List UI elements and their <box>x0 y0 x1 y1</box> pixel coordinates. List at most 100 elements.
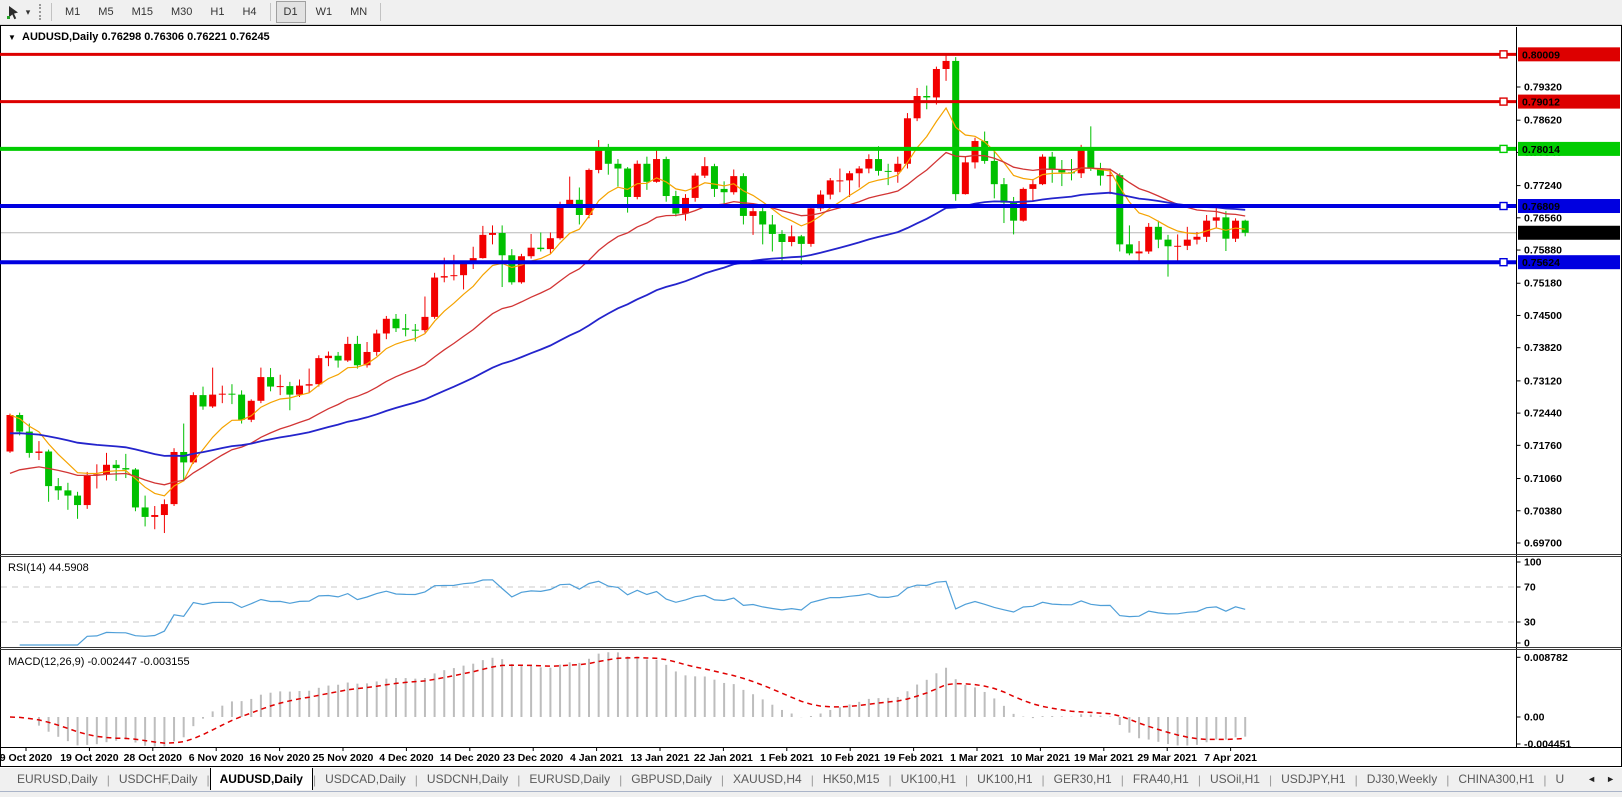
svg-text:0.77240: 0.77240 <box>1524 180 1562 192</box>
svg-text:22 Jan 2021: 22 Jan 2021 <box>694 752 753 764</box>
chart-tabs-bar: EURUSD,Daily|USDCHF,Daily|AUDUSD,Daily|U… <box>0 768 1622 791</box>
timeframe-button-h1[interactable]: H1 <box>202 1 232 23</box>
svg-text:19 Feb 2021: 19 Feb 2021 <box>884 752 944 764</box>
chart-title: AUDUSD,Daily 0.76298 0.76306 0.76221 0.7… <box>22 31 270 43</box>
cursor-arrow-glyph <box>6 5 21 20</box>
svg-text:0.75180: 0.75180 <box>1524 278 1562 290</box>
macd-label: MACD(12,26,9) -0.002447 -0.003155 <box>8 656 190 668</box>
svg-text:0.00: 0.00 <box>1524 712 1545 724</box>
price-level-lines[interactable] <box>0 51 1516 266</box>
rsi-line <box>20 580 1246 645</box>
tab-xauusd-h4[interactable]: XAUUSD,H4 <box>724 769 811 790</box>
tab-fra40-h1[interactable]: FRA40,H1 <box>1124 769 1198 790</box>
candles-layer <box>7 54 1249 533</box>
timeframe-button-m15[interactable]: M15 <box>124 1 161 23</box>
svg-text:4 Dec 2020: 4 Dec 2020 <box>379 752 433 764</box>
chart-window[interactable]: 0.793200.786200.779400.772400.765600.758… <box>0 25 1622 768</box>
svg-text:1 Feb 2021: 1 Feb 2021 <box>760 752 814 764</box>
status-strip <box>0 791 1622 797</box>
svg-text:10 Feb 2021: 10 Feb 2021 <box>820 752 880 764</box>
svg-text:9 Oct 2020: 9 Oct 2020 <box>0 752 52 764</box>
rsi-panel: 100 70 30 0 <box>1 557 1542 650</box>
svg-text:25 Nov 2020: 25 Nov 2020 <box>313 752 374 764</box>
top-toolbar: ▾ M1M5M15M30H1H4 D1W1MN <box>0 0 1622 25</box>
toolbar-separator <box>380 3 381 21</box>
svg-text:7 Apr 2021: 7 Apr 2021 <box>1204 752 1257 764</box>
timeframe-button-mn[interactable]: MN <box>342 1 375 23</box>
svg-text:0.71760: 0.71760 <box>1524 440 1562 452</box>
svg-text:0.73120: 0.73120 <box>1524 375 1562 387</box>
tab-usdchf-daily[interactable]: USDCHF,Daily <box>110 769 207 790</box>
timeframe-button-m30[interactable]: M30 <box>163 1 200 23</box>
svg-text:0.69700: 0.69700 <box>1524 537 1562 549</box>
chart-tabs-list: EURUSD,Daily|USDCHF,Daily|AUDUSD,Daily|U… <box>8 768 1586 791</box>
svg-text:0.70380: 0.70380 <box>1524 505 1562 517</box>
tab-hk50-m15[interactable]: HK50,M15 <box>814 769 889 790</box>
svg-text:6 Nov 2020: 6 Nov 2020 <box>189 752 244 764</box>
svg-text:0.76560: 0.76560 <box>1524 212 1562 224</box>
toolbar-separator <box>270 3 271 21</box>
tab-scroll-left-icon[interactable]: ◄ <box>1582 771 1601 787</box>
tab-usoil-h1[interactable]: USOil,H1 <box>1201 769 1269 790</box>
tool-dropdown-caret[interactable]: ▾ <box>22 7 34 18</box>
timeframe-button-d1[interactable]: D1 <box>276 1 306 23</box>
tab-scroll-arrows: ◄ ► <box>1582 771 1620 787</box>
svg-text:29 Mar 2021: 29 Mar 2021 <box>1137 752 1197 764</box>
svg-text:0.74500: 0.74500 <box>1524 310 1562 322</box>
macd-panel: 0.008782 0.00 -0.004451 <box>10 652 1571 751</box>
svg-text:0: 0 <box>1524 638 1530 650</box>
tab-dj30-weekly[interactable]: DJ30,Weekly <box>1358 769 1446 790</box>
svg-text:4 Jan 2021: 4 Jan 2021 <box>570 752 623 764</box>
svg-text:19 Oct 2020: 19 Oct 2020 <box>60 752 119 764</box>
crosshair-tool-icon[interactable] <box>4 3 22 21</box>
toolbar-separator <box>51 3 52 21</box>
tab-usdcad-daily[interactable]: USDCAD,Daily <box>316 769 415 790</box>
timeframe-button-m5[interactable]: M5 <box>90 1 121 23</box>
svg-text:0.71060: 0.71060 <box>1524 473 1562 485</box>
timeframe-button-h4[interactable]: H4 <box>234 1 264 23</box>
svg-text:16 Nov 2020: 16 Nov 2020 <box>249 752 310 764</box>
chart-collapse-icon[interactable]: ▼ <box>8 33 16 42</box>
tab-china300-h1[interactable]: CHINA300,H1 <box>1449 769 1543 790</box>
svg-text:0.76245: 0.76245 <box>1522 228 1560 240</box>
svg-text:0.80009: 0.80009 <box>1522 49 1560 61</box>
tab-uk100-h1[interactable]: UK100,H1 <box>892 769 965 790</box>
tab-usdjpy-h1[interactable]: USDJPY,H1 <box>1272 769 1354 790</box>
svg-text:30: 30 <box>1524 617 1536 629</box>
timeframe-button-group: M1M5M15M30H1H4 D1W1MN <box>47 1 385 23</box>
svg-text:0.78014: 0.78014 <box>1522 144 1560 156</box>
svg-text:0.79320: 0.79320 <box>1524 82 1562 94</box>
timeframe-button-w1[interactable]: W1 <box>308 1 341 23</box>
svg-text:0.008782: 0.008782 <box>1524 652 1568 664</box>
svg-text:14 Dec 2020: 14 Dec 2020 <box>440 752 500 764</box>
tab-scroll-right-icon[interactable]: ► <box>1601 771 1620 787</box>
tab-uk100-h1[interactable]: UK100,H1 <box>968 769 1041 790</box>
svg-text:0.78620: 0.78620 <box>1524 115 1562 127</box>
svg-text:0.76809: 0.76809 <box>1522 201 1560 213</box>
svg-text:10 Mar 2021: 10 Mar 2021 <box>1011 752 1071 764</box>
svg-text:0.72440: 0.72440 <box>1524 408 1562 420</box>
svg-text:0.73820: 0.73820 <box>1524 342 1562 354</box>
svg-text:70: 70 <box>1524 582 1536 594</box>
svg-text:-0.004451: -0.004451 <box>1524 739 1571 751</box>
timeframe-button-m1[interactable]: M1 <box>57 1 88 23</box>
tab-usdcnh-daily[interactable]: USDCNH,Daily <box>418 769 517 790</box>
tab-ger30-h1[interactable]: GER30,H1 <box>1045 769 1121 790</box>
rsi-label: RSI(14) 44.5908 <box>8 562 89 574</box>
svg-text:0.79012: 0.79012 <box>1522 97 1560 109</box>
tab-eurusd-daily[interactable]: EURUSD,Daily <box>8 769 107 790</box>
toolbar-drag-handle[interactable] <box>39 4 42 20</box>
svg-text:19 Mar 2021: 19 Mar 2021 <box>1074 752 1134 764</box>
tab-audusd-daily[interactable]: AUDUSD,Daily <box>210 768 313 790</box>
tab-gbpusd-daily[interactable]: GBPUSD,Daily <box>622 769 721 790</box>
svg-text:0.75880: 0.75880 <box>1524 245 1562 257</box>
svg-text:28 Oct 2020: 28 Oct 2020 <box>124 752 183 764</box>
tab-eurusd-daily[interactable]: EURUSD,Daily <box>520 769 619 790</box>
svg-text:0.75624: 0.75624 <box>1522 257 1560 269</box>
svg-text:1 Mar 2021: 1 Mar 2021 <box>950 752 1004 764</box>
svg-text:100: 100 <box>1524 557 1542 569</box>
date-axis: 9 Oct 2020 19 Oct 2020 28 Oct 2020 6 Nov 20… <box>0 748 1257 765</box>
svg-text:23 Dec 2020: 23 Dec 2020 <box>503 752 563 764</box>
svg-text:13 Jan 2021: 13 Jan 2021 <box>631 752 690 764</box>
tab-u[interactable]: U <box>1546 769 1573 790</box>
